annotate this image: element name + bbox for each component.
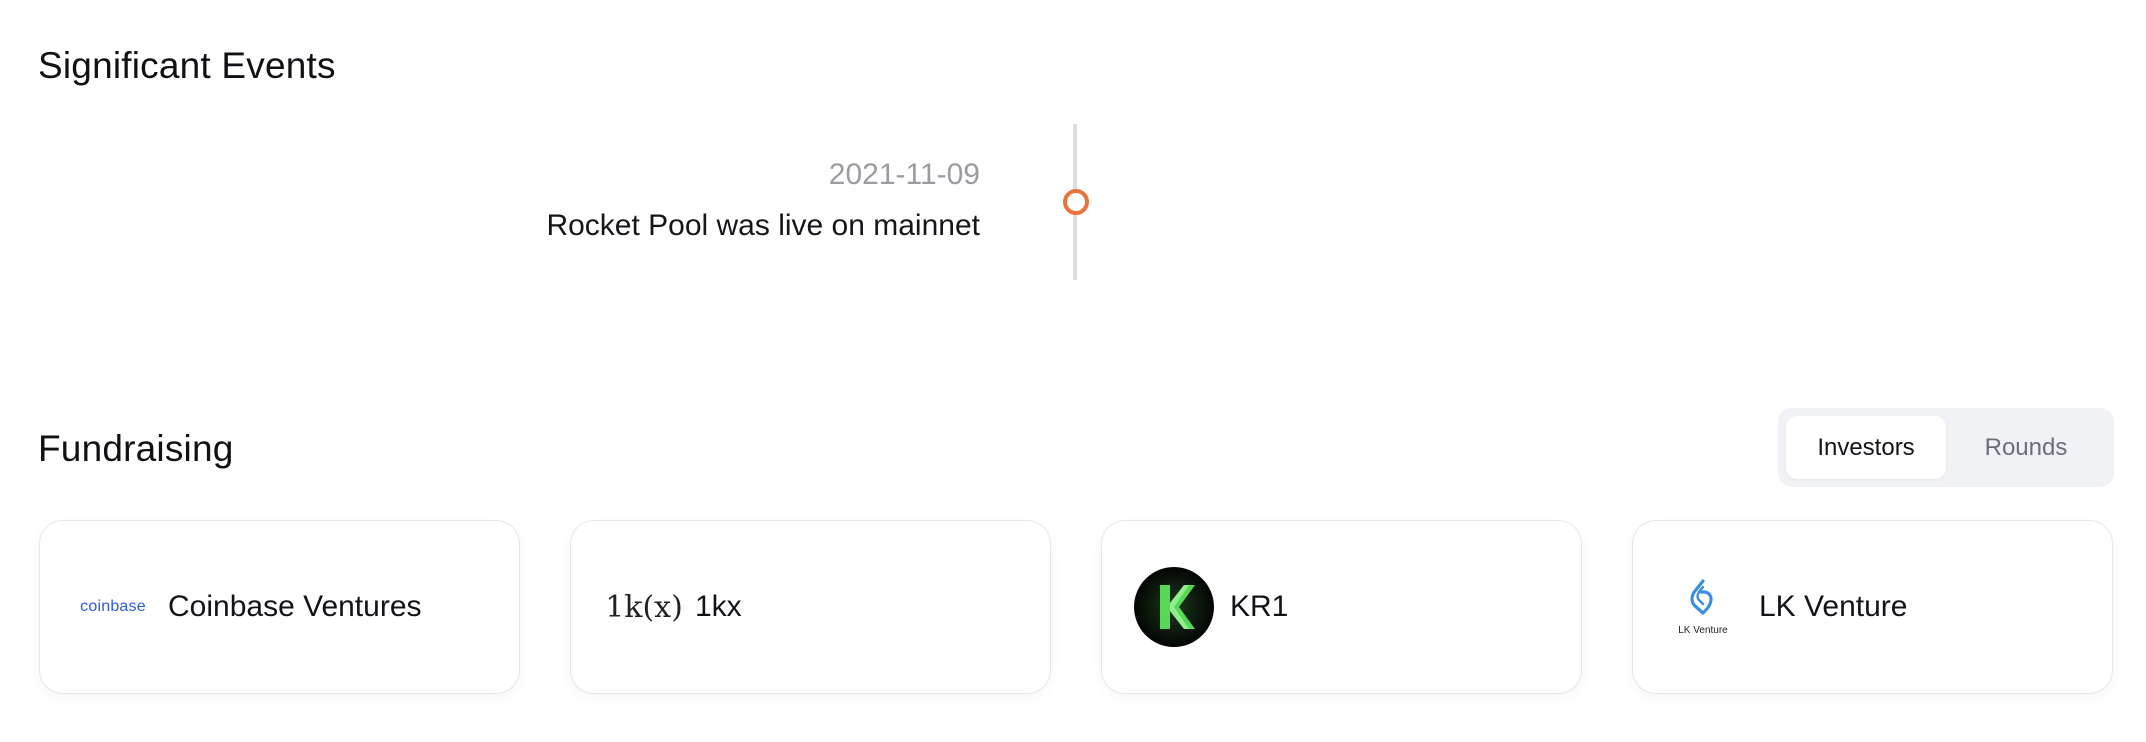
tab-rounds[interactable]: Rounds	[1946, 416, 2106, 479]
investors-rounds-toggle: Investors Rounds	[1778, 408, 2114, 487]
investor-name: LK Venture	[1759, 590, 1908, 623]
coinbase-logo-icon: coinbase	[80, 598, 146, 615]
investor-name: Coinbase Ventures	[168, 590, 422, 623]
fundraising-title: Fundraising	[38, 428, 234, 469]
investor-name: 1kx	[695, 590, 742, 623]
significant-events-title: Significant Events	[38, 45, 336, 86]
event-date: 2021-11-09	[828, 158, 980, 191]
investor-card-lk-venture[interactable]: LK Venture LK Venture	[1632, 520, 2113, 694]
event-text: Rocket Pool was live on mainnet	[546, 209, 980, 242]
lk-venture-logo-icon: LK Venture	[1673, 577, 1733, 637]
investor-card-1kx[interactable]: 1k(x) 1kx	[570, 520, 1051, 694]
lk-logo-text: LK Venture	[1678, 625, 1728, 636]
investor-name: KR1	[1230, 590, 1289, 623]
tab-investors[interactable]: Investors	[1786, 416, 1946, 479]
investor-card-kr1[interactable]: KR1	[1101, 520, 1582, 694]
1kx-logo-icon: 1k(x)	[605, 589, 683, 625]
investor-card-coinbase-ventures[interactable]: coinbase Coinbase Ventures	[39, 520, 520, 694]
kr1-logo-icon	[1134, 567, 1214, 647]
timeline-dot-icon	[1063, 189, 1089, 215]
